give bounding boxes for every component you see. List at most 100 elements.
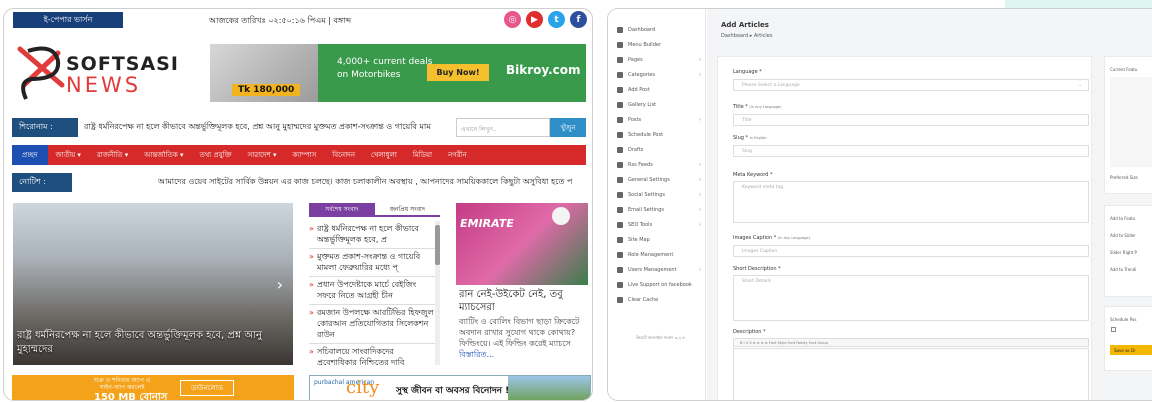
nav-item[interactable]: মিডিয়া <box>405 149 440 161</box>
nav-item[interactable]: তথ্য প্রযুক্তি <box>191 149 239 161</box>
sidebar-item-social-settings[interactable]: Social Settings › <box>617 192 705 198</box>
gp-ad-bonus: 150 MB বোনাস <box>94 392 168 401</box>
add-post-icon <box>617 87 623 93</box>
sidebar-item-users-management[interactable]: Users Management › <box>617 267 705 273</box>
bikroy-ad-banner[interactable]: Tk 180,000 4,000+ current deals on Motorb… <box>210 44 586 102</box>
current-featured-label: Current Featu <box>1110 67 1138 72</box>
logo-text-bottom: NEWS <box>66 73 142 97</box>
breadcrumb[interactable]: Dashboard ▸ Articles <box>721 33 772 39</box>
read-more-link[interactable]: বিস্তারিত... <box>459 350 494 359</box>
nav-item[interactable]: নগরীন <box>440 149 475 161</box>
dashboard-icon <box>617 27 623 33</box>
sidebar-item-rss[interactable]: Rss Feeds › <box>617 162 705 168</box>
meta-keyword-input[interactable]: Keyword meta tag <box>733 181 1089 223</box>
nav-item[interactable]: খেলাধুলা <box>363 149 405 161</box>
hero-story[interactable]: › রাষ্ট্র ধর্মনিরপেক্ষ না হলে কীভাবে অন্… <box>13 203 293 365</box>
slug-label: Slug * In English <box>733 135 767 141</box>
gp-ad-banner[interactable]: শুক্র ও শনিবার অ্যাপ এ সাইন-আপ করলেই 150… <box>12 375 294 401</box>
twitter-icon[interactable]: t <box>548 11 565 28</box>
cache-icon <box>617 297 623 303</box>
nav-item[interactable]: আন্তর্জাতিক ▾ <box>136 149 191 161</box>
site-logo[interactable]: SOFTSASI NEWS <box>14 39 204 109</box>
tab-popular[interactable]: জনপ্রিয় সংবাদ <box>374 203 440 217</box>
facebook-icon[interactable]: f <box>570 11 587 28</box>
list-item[interactable]: রাষ্ট্র ধর্মনিরপেক্ষ না হলে কীভাবে অন্তর… <box>309 221 435 249</box>
email-icon <box>617 207 623 213</box>
description-editor[interactable] <box>733 348 1089 400</box>
chevron-right-icon: › <box>699 267 701 273</box>
add-to-slider-option[interactable]: Add to Slider <box>1110 233 1136 238</box>
sports-card-image[interactable]: EMIRATE <box>456 203 588 285</box>
nav-item[interactable]: ক্যাম্পাস <box>284 149 324 161</box>
menu-icon <box>617 42 623 48</box>
sidebar-item-add-post[interactable]: Add Post <box>617 87 705 93</box>
purbachal-ad-banner[interactable]: purbachal american city সুস্থ জীবন বা অব… <box>309 375 591 400</box>
chevron-down-icon: ⌄ <box>1078 83 1082 88</box>
nav-item[interactable]: প্রচ্ছদ <box>12 145 48 165</box>
youtube-icon[interactable]: ▶ <box>526 11 543 28</box>
slug-input[interactable]: Slug <box>733 145 1089 157</box>
list-scrollbar[interactable] <box>435 221 440 365</box>
nav-item[interactable]: বিনোদন <box>324 149 363 161</box>
sidebar-item-gallery[interactable]: Gallery List <box>617 102 705 108</box>
admin-sidebar: Dashboard Menu Builder Pages › Categories… <box>608 9 706 400</box>
add-to-trending-option[interactable]: Add to Trendi <box>1110 267 1136 272</box>
calendar-icon <box>617 132 623 138</box>
title-label: Title * (In Any Language) <box>733 104 782 110</box>
tab-latest[interactable]: সর্বশেষ সংবাদ <box>309 203 375 217</box>
sitemap-icon <box>617 237 623 243</box>
sidebar-item-posts[interactable]: Posts › <box>617 117 705 123</box>
list-item[interactable]: সচিবালয়ে সাংবাদিকদের প্রবেশাধিকার নিশ্চ… <box>309 344 435 365</box>
notice-ticker: আমাদের ওয়েব সাইটের সার্বিক উন্নয়ন এর ক… <box>158 177 573 186</box>
top-bar: ই-পেপার ভার্সন আজকের তারিখঃ ০২:৫০:১৬ পিএ… <box>4 9 592 31</box>
epaper-button[interactable]: ই-পেপার ভার্সন <box>13 12 123 28</box>
sidebar-item-role-management[interactable]: Role Management <box>617 252 705 258</box>
ad-price: Tk 180,000 <box>232 84 301 96</box>
headline-ticker[interactable]: রাষ্ট্র ধর্মনিরপেক্ষ না হলে কীভাবে অন্তর… <box>84 121 444 134</box>
search-button[interactable]: খুঁজুন <box>550 118 586 137</box>
sidebar-item-email-settings[interactable]: Email Settings › <box>617 207 705 213</box>
gp-download-button[interactable]: ডাউনলোড <box>180 380 234 396</box>
list-item[interactable]: মুক্তমত প্রকাশ-সংক্রান্ত ও গায়েবি মামলা… <box>309 249 435 277</box>
sidebar-item-live-support[interactable]: Live Support on facebook <box>617 282 705 288</box>
sidebar-item-clear-cache[interactable]: Clear Cache <box>617 297 705 303</box>
title-input[interactable]: Title <box>733 114 1089 126</box>
add-to-featured-option[interactable]: Add to Featu <box>1110 216 1135 221</box>
sidebar-item-site-map[interactable]: Site Map <box>617 237 705 243</box>
chevron-right-icon: › <box>699 222 701 228</box>
card-title[interactable]: রান নেই-উইকেট নেই, তবু ম্যাচসেরা <box>459 288 587 314</box>
featured-image-preview[interactable] <box>1110 77 1152 167</box>
hero-caption[interactable]: রাষ্ট্র ধর্মনিরপেক্ষ না হলে কীভাবে অন্তর… <box>17 329 289 357</box>
chevron-right-icon: › <box>699 192 701 198</box>
chevron-right-icon[interactable]: › <box>277 275 283 294</box>
sidebar-item-pages[interactable]: Pages › <box>617 57 705 63</box>
language-select[interactable]: Please Select a Language ⌄ <box>733 79 1089 91</box>
sidebar-item-menu-builder[interactable]: Menu Builder <box>617 42 705 48</box>
search-input[interactable]: এখানে লিখুন.. <box>456 118 550 137</box>
buy-now-button[interactable]: Buy Now! <box>427 64 489 81</box>
nav-item[interactable]: রাজনীতি ▾ <box>89 149 136 161</box>
save-draft-button[interactable]: Save as Dr <box>1110 345 1152 355</box>
folder-icon <box>617 72 623 78</box>
schedule-checkbox[interactable] <box>1111 327 1116 332</box>
images-caption-input[interactable]: Images Caption <box>733 245 1089 257</box>
nav-item[interactable]: জাতীয় ▾ <box>48 149 89 161</box>
admin-main: Add Articles Dashboard ▸ Articles Langua… <box>707 9 1152 400</box>
sidebar-item-categories[interactable]: Categories › <box>617 72 705 78</box>
sidebar-item-seo-tools[interactable]: SEO Tools › <box>617 222 705 228</box>
slider-right-option[interactable]: Slider Right P <box>1110 250 1137 255</box>
nav-item[interactable]: সারাদেশ ▾ <box>240 149 285 161</box>
list-item[interactable]: প্রধান উপদেষ্টাকে মার্চে বেইজিং সফরে নিত… <box>309 277 435 305</box>
gear-icon <box>617 177 623 183</box>
sidebar-item-dashboard[interactable]: Dashboard <box>617 27 705 33</box>
ad-city-slogan: সুস্থ জীবন বা অবসর বিনোদন ! <box>396 386 510 396</box>
sidebar-item-general-settings[interactable]: General Settings › <box>617 177 705 183</box>
list-item[interactable]: রমজান উপলক্ষে আরটিভির হিফজুল কোরআন প্রতি… <box>309 305 435 344</box>
editor-toolbar[interactable]: B I U S ≡ ≡ ≡ ≡ Font Style Font Family F… <box>733 338 1089 347</box>
sidebar-item-schedule-post[interactable]: Schedule Post <box>617 132 705 138</box>
instagram-icon[interactable]: ◎ <box>504 11 521 28</box>
sidebar-item-drafts[interactable]: Drafts <box>617 147 705 153</box>
short-description-input[interactable]: Short Details <box>733 275 1089 321</box>
logo-text-top: SOFTSASI <box>66 53 179 75</box>
chevron-right-icon: › <box>699 72 701 78</box>
